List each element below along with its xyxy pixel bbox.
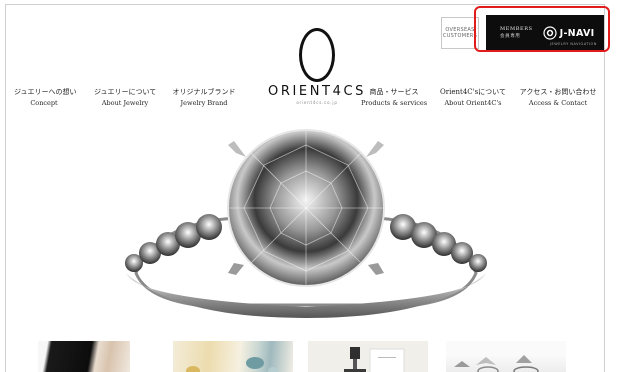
nav-item-en: Jewelry Brand (180, 98, 228, 107)
nav-item-jp: オリジナルブランド (172, 88, 236, 96)
nav-item-products-services[interactable]: 商品・サービス Products & services (358, 87, 430, 108)
nav-item-jp: 商品・サービス (369, 88, 419, 96)
nav-item-about-jewelry[interactable]: ジュエリーについて About Jewelry (94, 87, 156, 108)
gemstones-image (186, 357, 278, 372)
nav-item-jp: Orient4C'sについて (440, 88, 506, 96)
nav-item-jp: ジュエリーへの想い (14, 88, 77, 96)
nav-item-concept[interactable]: ジュエリーへの想い Concept (14, 87, 77, 108)
members-jnavi-button[interactable]: MEMBERS 会員専用 J-NAVI JEWELRY NAVIGATION (486, 15, 604, 51)
nav-item-en: Concept (30, 98, 58, 107)
thumbnail-jewelry-box[interactable] (38, 341, 130, 372)
thumbnail-ring-display[interactable] (308, 341, 428, 372)
nav-item-en: About Jewelry (101, 98, 149, 107)
ring-display-image (344, 347, 405, 372)
thumbnail-silver-rings[interactable] (446, 341, 566, 372)
jnavi-gem-icon (543, 26, 557, 40)
overseas-line2: CUSTOMERS (442, 33, 478, 39)
members-label-group: MEMBERS 会員専用 (500, 25, 533, 40)
jnavi-sub-label: JEWELRY NAVIGATION (550, 42, 597, 46)
members-label: MEMBERS (500, 26, 533, 33)
thumbnail-gemstones[interactable] (173, 341, 293, 372)
silver-rings-image (454, 355, 539, 372)
nav-item-en: About Orient4C's (444, 98, 502, 107)
jnavi-logo: J-NAVI (543, 26, 595, 40)
overseas-customers-button[interactable]: OVERSEAS CUSTOMERS (441, 17, 479, 49)
nav-item-jewelry-brand[interactable]: オリジナルブランド Jewelry Brand (172, 87, 236, 108)
jnavi-label: J-NAVI (559, 27, 595, 39)
nav-item-en: Access & Contact (528, 98, 588, 107)
brand-logo-ring-icon[interactable] (299, 28, 335, 82)
members-sub-label: 会員専用 (500, 34, 521, 40)
nav-item-access-contact[interactable]: アクセス・お問い合わせ Access & Contact (516, 87, 600, 108)
nav-item-jp: アクセス・お問い合わせ (519, 88, 597, 96)
nav-item-en: Products & services (360, 98, 428, 107)
nav-item-about-orient4cs[interactable]: Orient4C'sについて About Orient4C's (436, 87, 510, 108)
page-frame: OVERSEAS CUSTOMERS MEMBERS 会員専用 J-NAVI J… (5, 4, 605, 372)
hero-ring-image (125, 129, 487, 318)
nav-item-jp: ジュエリーについて (94, 88, 157, 96)
